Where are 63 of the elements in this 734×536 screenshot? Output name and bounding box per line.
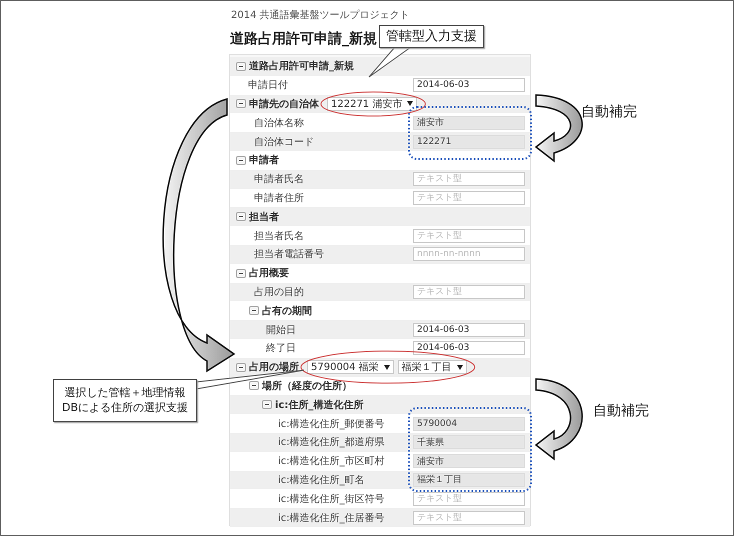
- field-label: 占用の目的: [254, 286, 304, 299]
- select-dropdown[interactable]: 福栄１丁目: [398, 360, 467, 374]
- field-label: 開始日: [266, 324, 296, 337]
- input-field[interactable]: 122271: [413, 134, 525, 149]
- section-title: ic:住所_構造化住所: [275, 398, 364, 412]
- collapse-button[interactable]: [236, 268, 246, 278]
- section-title: 占有の期間: [262, 304, 312, 318]
- collapse-button[interactable]: [236, 362, 246, 372]
- input-field[interactable]: 浦安市: [413, 454, 525, 468]
- input-field[interactable]: nnnn-nn-nnnn: [413, 247, 525, 262]
- curved-arrow: [535, 94, 583, 162]
- field-label: 担当者電話番号: [254, 248, 324, 262]
- section-title: 占用の場所: [249, 360, 299, 374]
- callout-box: 管轄型入力支援: [379, 25, 484, 48]
- project-caption: 2014 共通語彙基盤ツールプロジェクト: [231, 9, 411, 23]
- input-field[interactable]: 2014-06-03: [413, 322, 525, 337]
- field-label: 自治体コード: [254, 136, 314, 149]
- collapse-button[interactable]: [236, 212, 246, 222]
- input-field[interactable]: 5790004: [413, 416, 525, 431]
- input-field[interactable]: テキスト型: [413, 492, 525, 506]
- input-field[interactable]: 浦安市: [413, 116, 525, 130]
- dropdown-arrow-icon: [384, 364, 390, 370]
- input-field[interactable]: テキスト型: [413, 228, 525, 243]
- callout-box: 選択した管轄＋地理情報 DBによる住所の選択支援: [53, 379, 197, 422]
- input-field[interactable]: 2014-06-03: [413, 341, 525, 356]
- collapse-button[interactable]: [262, 400, 272, 410]
- section-title: 申請先の自治体: [249, 98, 319, 111]
- field-label: ic:構造化住所_都道府県: [278, 436, 385, 450]
- input-field[interactable]: 福栄１丁目: [413, 472, 525, 487]
- field-label: ic:構造化住所_市区町村: [278, 454, 385, 468]
- input-field[interactable]: テキスト型: [413, 190, 525, 205]
- field-label: 申請者氏名: [254, 172, 304, 186]
- section-title: 担当者: [249, 210, 279, 224]
- annotation-label: 自動補完: [593, 402, 649, 420]
- input-field[interactable]: テキスト型: [413, 510, 525, 525]
- field-label: 終了日: [266, 342, 296, 356]
- section-title: 申請者: [249, 154, 279, 168]
- field-label: 担当者氏名: [254, 230, 304, 243]
- section-title: 道路占用許可申請_新規: [249, 59, 354, 74]
- dropdown-arrow-icon: [456, 364, 463, 370]
- field-label: 申請者住所: [254, 192, 304, 205]
- input-field[interactable]: 2014-06-03: [413, 78, 525, 92]
- input-field[interactable]: 千葉県: [413, 435, 525, 450]
- input-field[interactable]: テキスト型: [413, 284, 525, 299]
- select-dropdown[interactable]: 122271 浦安市: [327, 96, 418, 111]
- field-label: 自治体名称: [254, 116, 304, 130]
- field-label: ic:構造化住所_郵便番号: [278, 418, 385, 431]
- field-label: ic:構造化住所_街区符号: [278, 492, 385, 506]
- annotation-label: 自動補完: [581, 103, 637, 121]
- select-dropdown[interactable]: 5790004 福栄: [307, 360, 394, 374]
- section-title: 占用概要: [249, 266, 289, 280]
- collapse-button[interactable]: [249, 306, 259, 316]
- section-title: 場所（経度の住所）: [262, 379, 352, 393]
- field-label: 申請日付: [248, 78, 288, 92]
- collapse-button[interactable]: [249, 381, 259, 390]
- collapse-button[interactable]: [236, 99, 246, 108]
- dropdown-arrow-icon: [407, 101, 414, 106]
- page-title: 道路占用許可申請_新規: [230, 30, 377, 49]
- collapse-button[interactable]: [236, 156, 246, 165]
- field-label: ic:構造化住所_町名: [278, 474, 365, 487]
- field-label: ic:構造化住所_住居番号: [278, 512, 385, 525]
- input-field[interactable]: テキスト型: [413, 172, 525, 186]
- collapse-button[interactable]: [236, 62, 246, 71]
